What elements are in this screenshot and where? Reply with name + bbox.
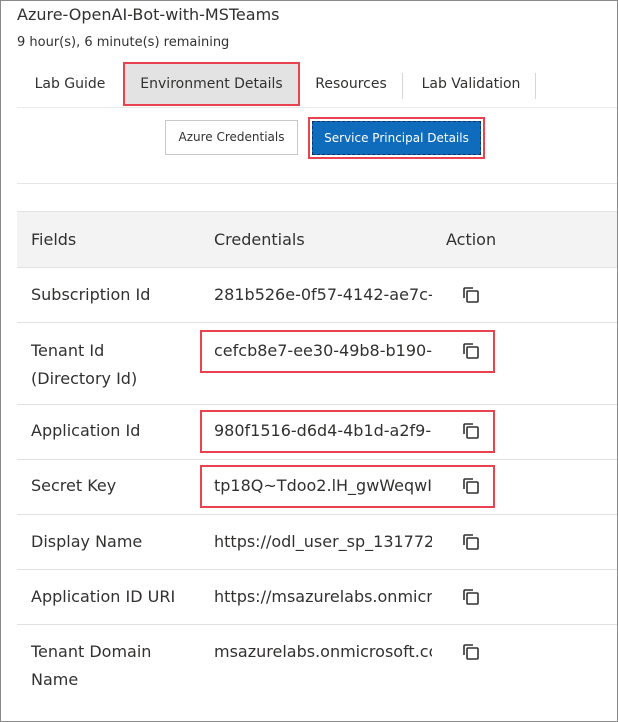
field-label: Subscription Id (31, 285, 151, 304)
field-value: 281b526e-0f57-4142-ae7c- (214, 285, 432, 304)
field-label: Tenant Id (Directory Id) (31, 341, 138, 388)
field-value: https://msazurelabs.onmicro (214, 587, 432, 606)
column-header-fields: Fields (31, 230, 77, 249)
table-row: Display Name https://odl_user_sp_131772 (17, 514, 617, 569)
table-row: Subscription Id 281b526e-0f57-4142-ae7c- (17, 267, 617, 322)
table-row: Secret Key tp18Q~Tdoo2.lH_gwWeqwI (17, 459, 617, 514)
tab-separator (402, 73, 403, 99)
service-principal-details-button[interactable]: Service Principal Details (312, 121, 481, 155)
copy-icon[interactable] (461, 532, 481, 552)
copy-icon[interactable] (461, 285, 481, 305)
table-row: Tenant Domain Name msazurelabs.onmicroso… (17, 624, 617, 706)
field-value: cefcb8e7-ee30-49b8-b190- (214, 341, 432, 360)
table-row: Application ID URI https://msazurelabs.o… (17, 569, 617, 624)
copy-icon[interactable] (461, 587, 481, 607)
copy-icon[interactable] (461, 642, 481, 662)
copy-icon[interactable] (461, 421, 481, 441)
subtab-bar: Azure Credentials Service Principal Deta… (0, 117, 618, 159)
lab-title: Azure-OpenAI-Bot-with-MSTeams (17, 5, 280, 24)
tab-environment-details[interactable]: Environment Details (123, 62, 300, 106)
tab-resources[interactable]: Resources (305, 62, 397, 106)
azure-credentials-button[interactable]: Azure Credentials (165, 120, 298, 155)
section-divider (17, 183, 617, 184)
field-label: Application Id (31, 421, 141, 440)
table-header: Fields Credentials Action (17, 211, 617, 267)
field-label: Application ID URI (31, 587, 176, 606)
table-row: Application Id 980f1516-d6d4-4b1d-a2f9- (17, 404, 617, 459)
field-label: Tenant Domain Name (31, 642, 152, 689)
column-header-credentials: Credentials (214, 230, 305, 249)
field-value: 980f1516-d6d4-4b1d-a2f9- (214, 421, 432, 440)
field-label: Secret Key (31, 476, 117, 495)
tab-bar: Lab Guide Environment Details Resources … (17, 62, 617, 108)
tab-separator (535, 73, 536, 99)
field-label: Display Name (31, 532, 143, 551)
time-remaining: 9 hour(s), 6 minute(s) remaining (17, 35, 230, 50)
field-value: https://odl_user_sp_131772 (214, 532, 432, 551)
copy-icon[interactable] (461, 341, 481, 361)
tab-lab-validation[interactable]: Lab Validation (407, 62, 535, 106)
service-principal-highlight: Service Principal Details (308, 117, 485, 159)
column-header-action: Action (446, 230, 497, 249)
copy-icon[interactable] (461, 476, 481, 496)
table-row: Tenant Id (Directory Id) cefcb8e7-ee30-4… (17, 322, 617, 404)
field-value: msazurelabs.onmicrosoft.co (214, 642, 432, 661)
tab-lab-guide[interactable]: Lab Guide (17, 62, 123, 106)
field-value: tp18Q~Tdoo2.lH_gwWeqwI (214, 476, 432, 495)
credentials-table: Fields Credentials Action Subscription I… (17, 211, 617, 706)
tab-divider (17, 107, 617, 108)
